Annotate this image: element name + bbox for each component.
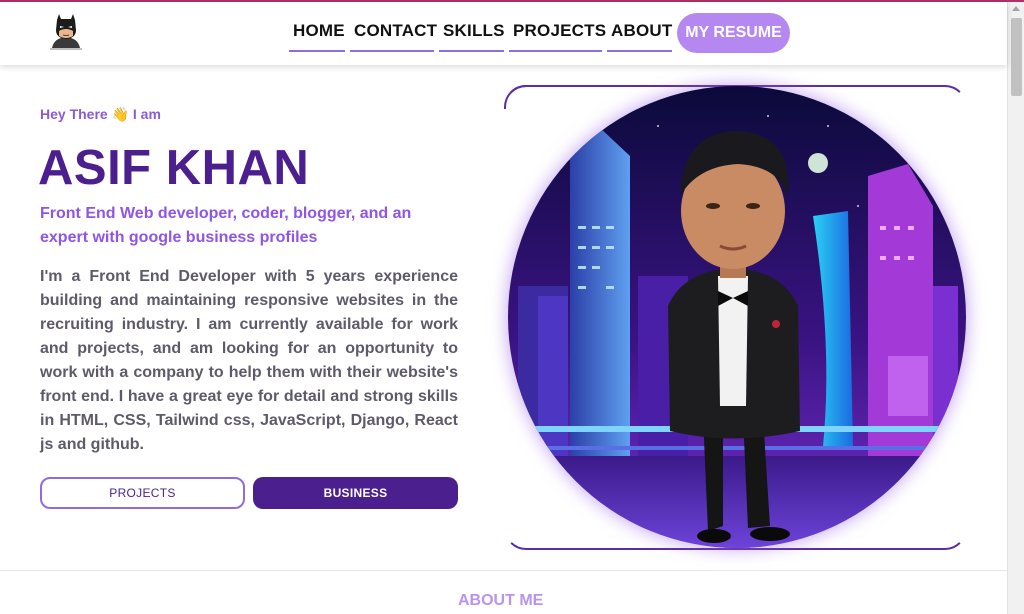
business-button[interactable]: BUSINESS bbox=[253, 477, 458, 509]
projects-button[interactable]: PROJECTS bbox=[40, 477, 245, 509]
site-header: HOME CONTACT SKILLS PROJECTS ABOUT MY RE… bbox=[0, 2, 1007, 65]
main-nav: HOME CONTACT SKILLS PROJECTS ABOUT MY RE… bbox=[289, 13, 790, 53]
hero-name: ASIF KHAN bbox=[38, 141, 310, 195]
section-divider bbox=[0, 570, 1007, 571]
nav-about-link[interactable]: ABOUT bbox=[607, 14, 672, 52]
nav-skills-link[interactable]: SKILLS bbox=[439, 14, 504, 52]
nav-contact-link[interactable]: CONTACT bbox=[350, 14, 437, 52]
nav-home-link[interactable]: HOME bbox=[289, 14, 345, 52]
avatar bbox=[508, 86, 966, 548]
scrollbar-thumb[interactable] bbox=[1011, 18, 1022, 96]
hero-greeting: Hey There 👋 I am bbox=[40, 106, 161, 122]
scroll-up-arrow-icon[interactable] bbox=[1012, 6, 1020, 11]
hero-bio: I'm a Front End Developer with 5 years e… bbox=[40, 268, 458, 453]
nav-projects-link[interactable]: PROJECTS bbox=[509, 14, 606, 52]
vertical-scrollbar[interactable] bbox=[1007, 2, 1024, 614]
my-resume-button[interactable]: MY RESUME bbox=[677, 13, 790, 53]
hero-tagline: Front End Web developer, coder, blogger,… bbox=[40, 205, 412, 246]
about-me-heading: ABOUT ME bbox=[458, 592, 544, 609]
batman-logo-icon[interactable] bbox=[46, 12, 86, 52]
